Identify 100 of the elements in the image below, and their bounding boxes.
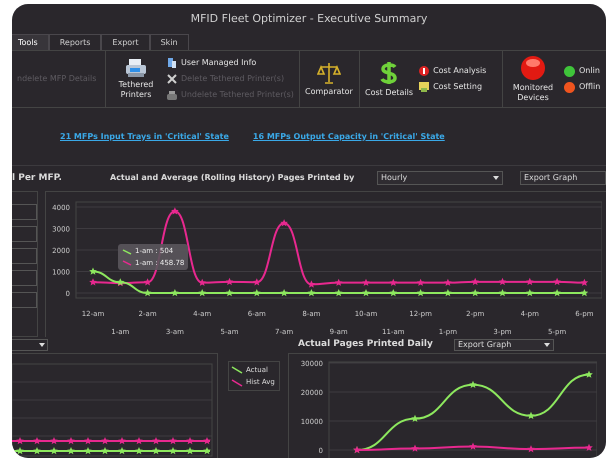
- data-point: [253, 278, 261, 286]
- period-dropdown[interactable]: Hourly: [377, 171, 503, 186]
- data-point: [553, 278, 561, 286]
- data-point: [585, 444, 593, 451]
- data-point: [498, 278, 506, 286]
- data-point: [334, 289, 342, 296]
- data-point: [334, 278, 342, 286]
- data-point: [390, 278, 398, 286]
- alert-link[interactable]: 21 MFPs Input Trays in 'Critical' State: [60, 130, 229, 143]
- printer-icon: [167, 90, 177, 100]
- data-point: [84, 447, 92, 454]
- data-point: [152, 447, 160, 454]
- export-graph-dropdown[interactable]: Export Graph: [520, 171, 606, 186]
- data-point: [527, 445, 535, 452]
- tab[interactable]: Skin: [150, 34, 189, 50]
- data-point: [526, 278, 534, 286]
- data-point: [16, 447, 24, 454]
- scales-icon: [316, 61, 341, 86]
- ribbon-item[interactable]: Cost Setting: [419, 81, 486, 94]
- data-point: [198, 278, 206, 286]
- data-point: [411, 414, 419, 422]
- data-point: [144, 289, 152, 296]
- tab[interactable]: Tools: [12, 34, 49, 50]
- ribbon-button[interactable]: Monitored Devices: [508, 55, 558, 104]
- data-point: [16, 437, 24, 444]
- export-graph-dropdown[interactable]: Export Graph: [454, 339, 554, 352]
- data-point: [33, 437, 41, 444]
- data-point: [171, 289, 179, 296]
- data-point: [203, 447, 211, 454]
- input-field[interactable]: [12, 248, 37, 264]
- chart-title: Actual Pages Printed Daily: [298, 338, 434, 352]
- caret-icon: [544, 343, 550, 348]
- data-point: [411, 444, 419, 452]
- note-icon: [419, 82, 430, 92]
- data-point: [84, 437, 92, 444]
- caret-icon: [39, 343, 45, 348]
- dropdown[interactable]: [12, 339, 48, 352]
- chart-title: l Per MFP.: [12, 172, 63, 185]
- ribbon-item[interactable]: Offlin: [564, 81, 600, 94]
- data-point: [67, 447, 75, 454]
- ribbon-button[interactable]: Tethered Printers: [111, 58, 161, 100]
- chart-title: Actual and Average (Rolling History) Pages Printed by: [110, 172, 356, 184]
- data-point: [89, 278, 97, 286]
- data-point: [203, 437, 211, 444]
- data-point: [118, 447, 126, 454]
- data-point: [280, 289, 288, 296]
- input-field[interactable]: [12, 292, 37, 308]
- data-point: [580, 278, 588, 286]
- data-point: [471, 278, 479, 286]
- tab[interactable]: Export: [101, 34, 150, 50]
- close-icon: [167, 74, 177, 84]
- data-point: [362, 289, 370, 296]
- data-point: [471, 289, 479, 296]
- data-point: [144, 278, 152, 286]
- data-point: [527, 412, 535, 419]
- ribbon-item[interactable]: User Managed Info: [167, 57, 294, 70]
- data-point: [171, 208, 179, 215]
- document-icon: [167, 58, 177, 68]
- data-point: [390, 289, 398, 296]
- data-point: [469, 442, 477, 450]
- data-point: [498, 289, 506, 296]
- ribbon-button[interactable]: Cost Details: [365, 60, 414, 98]
- data-point: [169, 437, 177, 444]
- data-point: [253, 289, 261, 296]
- signal-light-icon: [520, 55, 546, 82]
- tab[interactable]: Reports: [48, 34, 102, 50]
- input-field[interactable]: [12, 204, 37, 220]
- ribbon-item[interactable]: Cost Analysis: [419, 65, 486, 78]
- data-point: [50, 437, 58, 444]
- data-point: [67, 437, 75, 444]
- data-point: [152, 437, 160, 444]
- data-point: [444, 289, 452, 296]
- data-point: [416, 278, 424, 286]
- data-point: [101, 437, 109, 444]
- input-field[interactable]: [12, 226, 37, 242]
- data-point: [226, 278, 234, 286]
- data-point: [444, 278, 452, 286]
- data-point: [33, 447, 41, 454]
- caret-icon: [493, 176, 499, 180]
- data-point: [135, 437, 143, 444]
- data-point: [280, 219, 288, 227]
- data-point: [362, 278, 370, 286]
- ribbon-button[interactable]: Comparator: [305, 61, 353, 98]
- alert-link[interactable]: 16 MFPs Output Capacity in 'Critical' State: [252, 130, 445, 143]
- data-point: [186, 437, 194, 444]
- data-point: [50, 447, 58, 454]
- data-point: [580, 289, 588, 296]
- data-point: [416, 289, 424, 296]
- data-point: [89, 268, 97, 275]
- data-point: [169, 447, 177, 454]
- data-point: [135, 447, 143, 454]
- printer-icon: [125, 58, 147, 78]
- data-point: [186, 447, 194, 454]
- data-point: [526, 289, 534, 296]
- data-point: [553, 289, 561, 296]
- data-point: [118, 437, 126, 444]
- data-point: [101, 447, 109, 454]
- ribbon-item[interactable]: Onlin: [564, 65, 600, 78]
- window-title: MFID Fleet Optimizer - Executive Summary: [190, 10, 428, 27]
- input-field[interactable]: [12, 270, 37, 286]
